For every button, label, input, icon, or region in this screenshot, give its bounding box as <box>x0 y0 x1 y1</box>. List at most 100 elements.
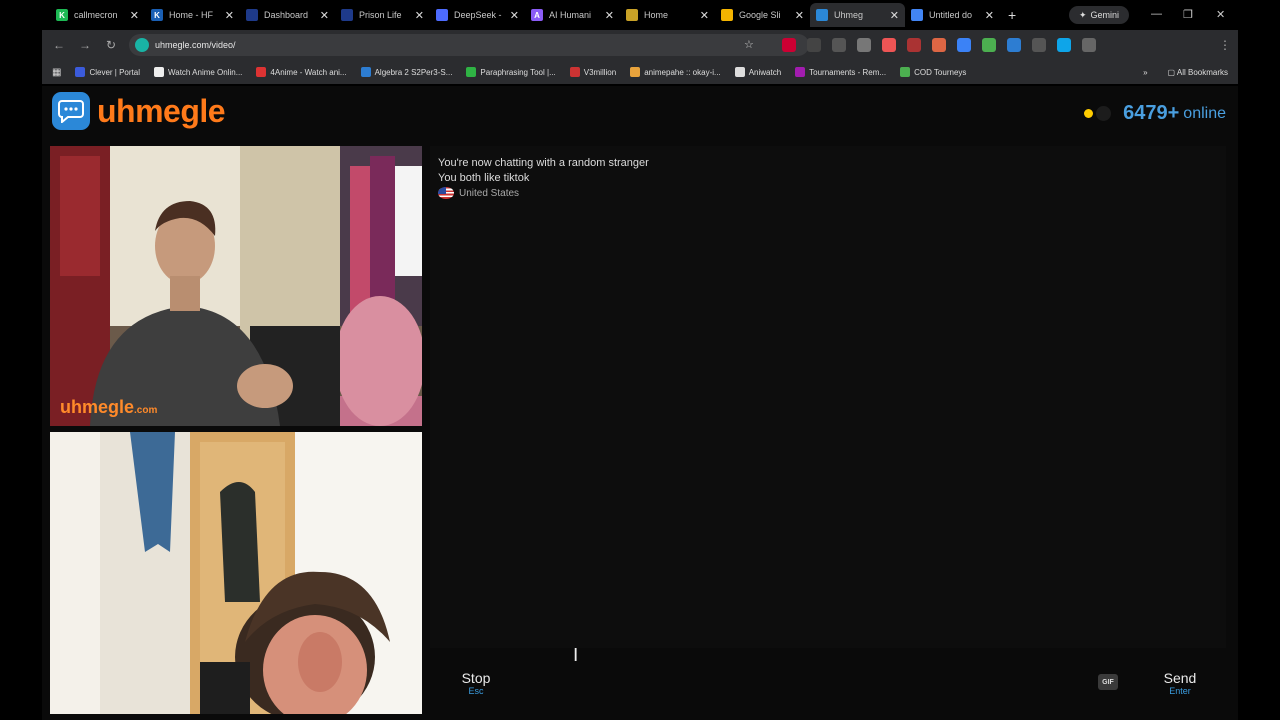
browser-tab[interactable]: A AI Humani ✕ <box>525 3 620 27</box>
tab-favicon-icon <box>911 9 923 21</box>
extension-icon[interactable] <box>1057 38 1071 52</box>
bookmark-label: Watch Anime Onlin... <box>168 67 243 77</box>
extension-icon[interactable] <box>882 38 896 52</box>
status-dot-icon <box>1084 109 1094 118</box>
extension-icon[interactable] <box>1007 38 1021 52</box>
tab-close-icon[interactable]: ✕ <box>225 9 234 22</box>
tab-title: AI Humani <box>549 10 592 20</box>
video-watermark: uhmegle.com <box>60 397 158 417</box>
bookmark-favicon-icon <box>569 67 580 77</box>
bookmark-label: V3million <box>583 67 617 77</box>
extension-icon[interactable] <box>907 38 921 52</box>
bookmark-item[interactable]: Watch Anime Onlin... <box>154 67 242 77</box>
bookmark-label: 4Anime - Watch ani... <box>270 67 347 77</box>
bookmark-item[interactable]: COD Tourneys <box>900 67 966 77</box>
gemini-button[interactable]: ✦ Gemini <box>1069 6 1130 24</box>
reload-icon[interactable]: ↻ <box>98 38 124 52</box>
stop-button[interactable]: Stop Esc <box>430 652 522 714</box>
tab-close-icon[interactable]: ✕ <box>605 9 614 22</box>
chat-log: You're now chatting with a random strang… <box>430 146 1226 648</box>
bookmark-favicon-icon <box>75 67 86 77</box>
gif-button[interactable]: GIF <box>1098 674 1118 690</box>
address-bar[interactable]: uhmegle.com/video/ <box>129 34 809 56</box>
bookmark-star-icon[interactable]: ☆ <box>744 38 754 51</box>
site-info-icon[interactable] <box>135 38 149 52</box>
bookmark-item[interactable]: V3million <box>569 67 617 77</box>
theme-toggle[interactable] <box>1096 106 1112 121</box>
tab-close-icon[interactable]: ✕ <box>130 9 139 22</box>
bookmarks-bar: ▦ Clever | Portal Watch Anime Onlin... 4An… <box>42 60 1238 84</box>
tab-favicon-icon: K <box>56 9 68 21</box>
more-bookmarks-icon[interactable]: » <box>1143 68 1147 77</box>
bookmark-favicon-icon <box>256 67 267 77</box>
sparkle-icon: ✦ <box>1079 9 1087 20</box>
message-input[interactable] <box>528 652 1128 714</box>
all-bookmarks-folder[interactable]: ▢ All Bookmarks <box>1168 68 1228 77</box>
bookmark-label: Paraphrasing Tool |... <box>480 67 556 77</box>
country-label: United States <box>459 187 520 199</box>
browser-tab[interactable]: Prison Life ✕ <box>335 3 430 27</box>
tab-close-icon[interactable]: ✕ <box>890 9 899 22</box>
stranger-video: uhmegle.com <box>50 146 422 426</box>
system-message: You're now chatting with a random strang… <box>438 157 649 169</box>
extension-icon[interactable] <box>807 38 821 52</box>
bookmark-item[interactable]: Paraphrasing Tool |... <box>466 67 556 77</box>
site-logo[interactable]: uhmegle <box>52 92 226 130</box>
new-tab-button[interactable]: + <box>1008 7 1016 23</box>
tab-close-icon[interactable]: ✕ <box>985 9 994 22</box>
url-text: uhmegle.com/video/ <box>155 40 236 50</box>
bookmark-item[interactable]: animepahe :: okay-i... <box>630 67 721 77</box>
tab-favicon-icon: K <box>151 9 163 21</box>
tab-title: Uhmeg <box>834 10 864 20</box>
close-window-icon[interactable]: ✕ <box>1216 8 1225 21</box>
browser-tab[interactable]: Untitled do ✕ <box>905 3 1000 27</box>
extension-icon[interactable] <box>982 38 996 52</box>
tab-close-icon[interactable]: ✕ <box>415 9 424 22</box>
minimize-icon[interactable]: — <box>1151 8 1162 20</box>
bookmark-label: COD Tourneys <box>914 67 967 77</box>
bookmark-item[interactable]: 4Anime - Watch ani... <box>256 67 347 77</box>
extension-icon[interactable] <box>782 38 796 52</box>
bookmark-item[interactable]: Tournaments - Rem... <box>795 67 886 77</box>
bookmark-favicon-icon <box>630 67 641 77</box>
menu-icon[interactable]: ⋮ <box>1212 38 1238 52</box>
logo-text: uhmegle <box>97 92 226 129</box>
bookmark-item[interactable]: Algebra 2 S2Per3-S... <box>360 67 452 77</box>
bookmark-label: Clever | Portal <box>89 67 140 77</box>
bookmark-item[interactable]: Aniwatch <box>734 67 782 77</box>
browser-tab[interactable]: Home ✕ <box>620 3 715 27</box>
tab-close-icon[interactable]: ✕ <box>510 9 519 22</box>
online-count: 6479+ <box>1123 102 1180 124</box>
extension-icon[interactable] <box>932 38 946 52</box>
send-label: Send <box>1163 670 1197 686</box>
us-flag-icon <box>438 187 454 199</box>
tab-close-icon[interactable]: ✕ <box>795 9 804 22</box>
page-content: uhmegle 6479+ online uhmegle.com You're … <box>42 86 1238 720</box>
tab-close-icon[interactable]: ✕ <box>700 9 709 22</box>
browser-tab[interactable]: DeepSeek - ✕ <box>430 3 525 27</box>
extension-icon[interactable] <box>857 38 871 52</box>
extension-icon[interactable] <box>832 38 846 52</box>
back-icon[interactable]: ← <box>46 38 72 52</box>
bookmark-favicon-icon <box>795 67 806 77</box>
bookmark-label: Aniwatch <box>748 67 782 77</box>
self-video <box>50 432 422 714</box>
browser-tab[interactable]: Uhmeg ✕ <box>810 3 905 27</box>
site-header: uhmegle 6479+ online <box>42 86 1238 142</box>
extension-icon[interactable] <box>957 38 971 52</box>
chat-controls: Stop Esc GIF Send Enter <box>430 652 1226 714</box>
browser-tab[interactable]: K Home - HF ✕ <box>145 3 240 27</box>
bookmark-item[interactable]: Clever | Portal <box>75 67 140 77</box>
extension-icon[interactable] <box>1032 38 1046 52</box>
online-indicator: 6479+ online <box>1084 102 1226 125</box>
extension-icon[interactable] <box>1082 38 1096 52</box>
apps-grid-icon[interactable]: ▦ <box>52 67 61 78</box>
restore-icon[interactable]: ❐ <box>1183 8 1193 21</box>
tab-close-icon[interactable]: ✕ <box>320 9 329 22</box>
browser-tab[interactable]: Google Sli ✕ <box>715 3 810 27</box>
forward-icon[interactable]: → <box>72 38 98 52</box>
tab-title: Home - HF <box>169 10 214 20</box>
browser-tab[interactable]: Kcallmecron ✕ <box>50 3 145 27</box>
send-button[interactable]: Send Enter <box>1134 652 1226 714</box>
browser-tab[interactable]: Dashboard ✕ <box>240 3 335 27</box>
